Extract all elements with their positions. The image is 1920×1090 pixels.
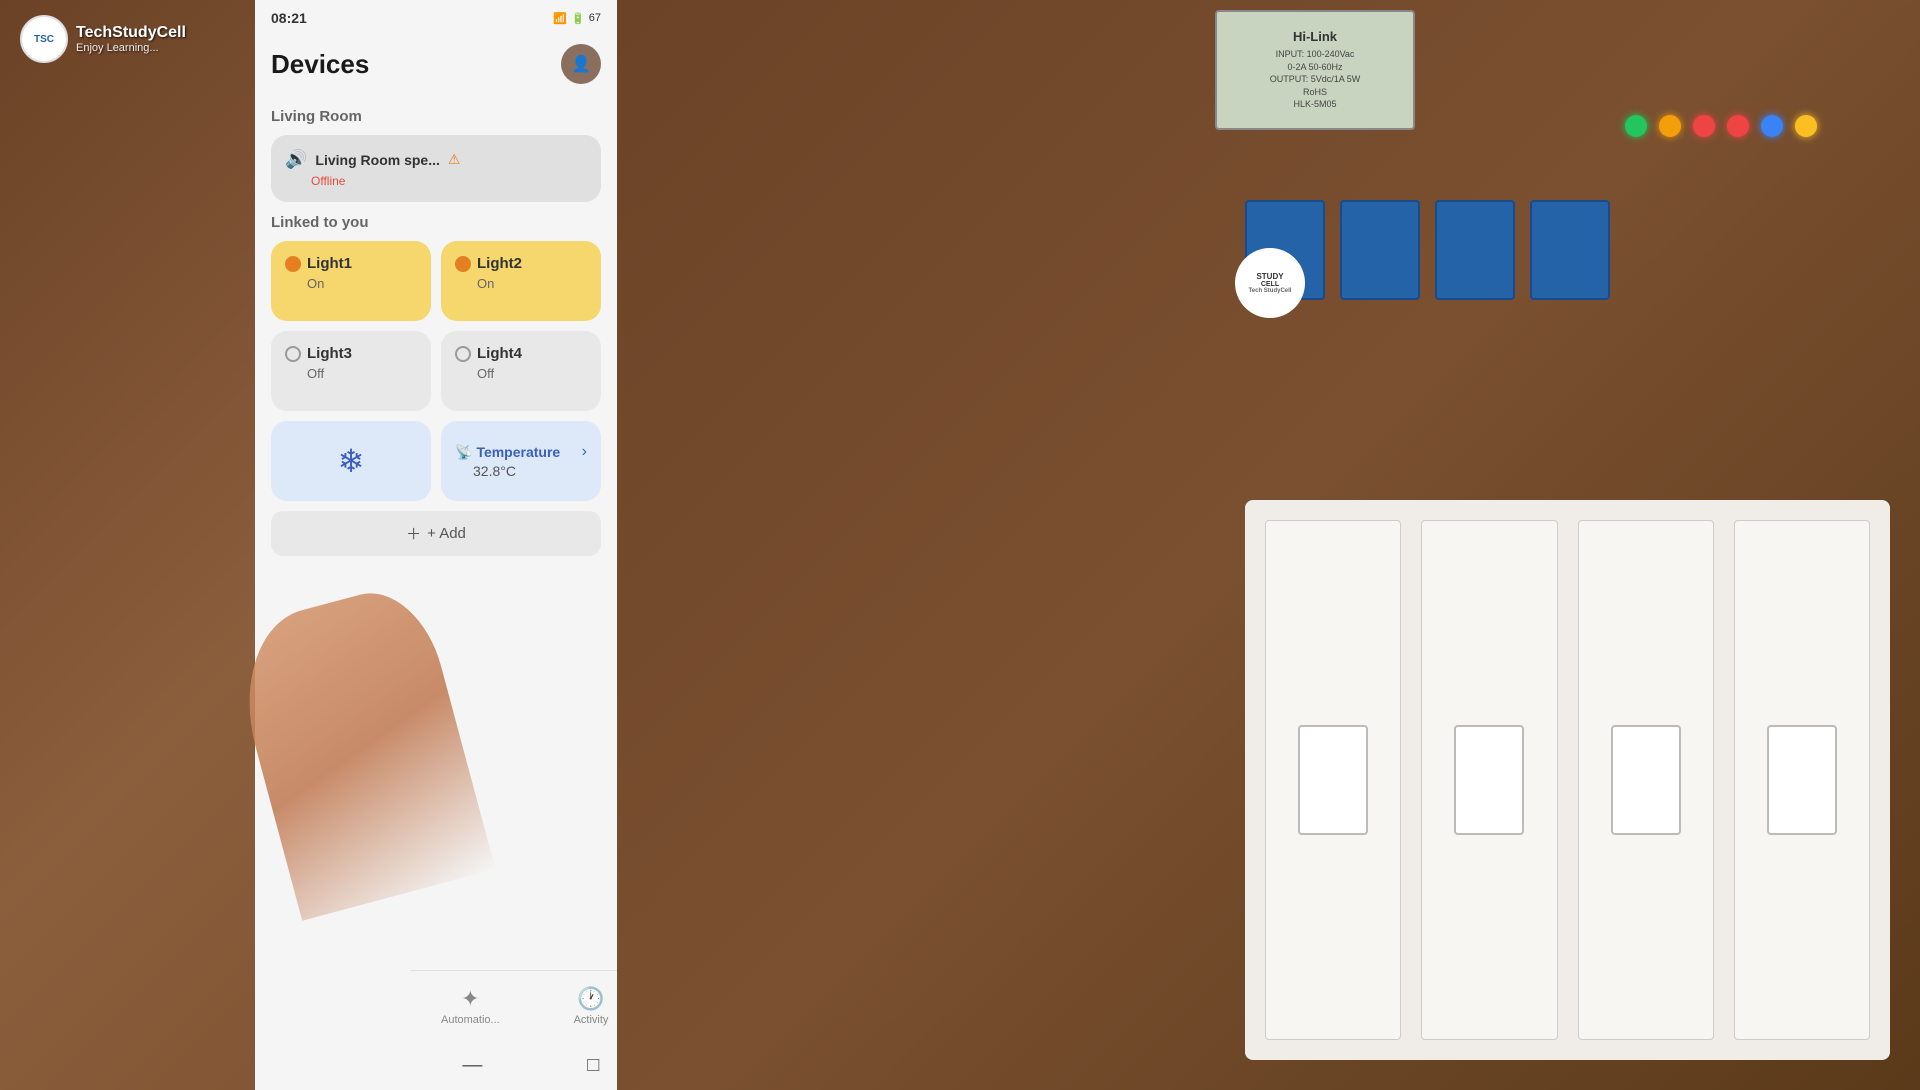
automation-label: Automatio... xyxy=(441,1014,500,1026)
light2-status: On xyxy=(477,276,587,291)
activity-label: Activity xyxy=(574,1014,609,1026)
switch-toggle-4[interactable] xyxy=(1767,725,1837,835)
switch-toggle-1[interactable] xyxy=(1298,725,1368,835)
relay-3 xyxy=(1435,200,1515,300)
switch-2[interactable] xyxy=(1421,520,1557,1040)
brand-logo: TSC xyxy=(20,15,68,63)
switch-toggle-2[interactable] xyxy=(1454,725,1524,835)
app-header: Devices 👤 xyxy=(255,36,617,96)
studycell-label: STUDY CELL Tech StudyCell xyxy=(1235,248,1305,318)
linked-section-label: Linked to you xyxy=(271,214,601,231)
brand-tagline: Enjoy Learning... xyxy=(76,42,186,54)
device-status: Offline xyxy=(311,174,587,188)
nav-item-activity[interactable]: 🕐 Activity xyxy=(531,986,617,1026)
automation-icon: ✦ xyxy=(461,986,479,1012)
phone-screen: 08:21 📶 🔋 67 Devices 👤 Living Room 🔊 Liv… xyxy=(255,0,617,1090)
led-indicators xyxy=(1625,115,1817,137)
status-bar: 08:21 📶 🔋 67 xyxy=(255,0,617,36)
led-red-1 xyxy=(1693,115,1715,137)
nav-item-automation[interactable]: ✦ Automatio... xyxy=(410,986,531,1026)
light3-name: Light3 xyxy=(307,345,352,362)
phone-wrapper: 08:21 📶 🔋 67 Devices 👤 Living Room 🔊 Liv… xyxy=(100,0,660,1090)
light1-card[interactable]: Light1 On xyxy=(271,241,431,321)
light2-bulb-icon xyxy=(455,256,471,272)
lights-grid: Light1 On Light2 On Light3 xyxy=(271,241,601,411)
status-time: 08:21 xyxy=(271,10,307,26)
switch-3[interactable] xyxy=(1578,520,1714,1040)
temp-header: 📡 Temperature › xyxy=(455,443,587,461)
switch-4[interactable] xyxy=(1734,520,1870,1040)
light4-bulb-icon xyxy=(455,346,471,362)
led-yellow-2 xyxy=(1795,115,1817,137)
recent-apps-button[interactable]: — xyxy=(462,1054,482,1077)
bottom-devices: ❄ 📡 Temperature › 32.8°C xyxy=(271,421,601,501)
add-icon: ＋ xyxy=(406,523,421,544)
temp-name: Temperature xyxy=(476,444,577,460)
brand-name: TechStudyCell xyxy=(76,24,186,42)
light4-name: Light4 xyxy=(477,345,522,362)
wifi-icon: 📡 xyxy=(455,444,472,461)
light4-header: Light4 xyxy=(455,345,587,362)
light4-status: Off xyxy=(477,366,587,381)
signal-icon: 📶 xyxy=(553,12,567,25)
device-name: Living Room spe... xyxy=(315,152,439,168)
hilink-module: Hi-Link INPUT: 100-240Vac0-2A 50-60HzOUT… xyxy=(1215,10,1415,130)
hilink-brand: Hi-Link xyxy=(1293,29,1337,44)
brand-text-block: TechStudyCell Enjoy Learning... xyxy=(76,24,186,54)
battery-percent: 67 xyxy=(589,12,601,24)
brand-logo-text: TSC xyxy=(34,34,54,45)
hardware-background: Hi-Link INPUT: 100-240Vac0-2A 50-60HzOUT… xyxy=(555,0,1920,1090)
light1-bulb-icon xyxy=(285,256,301,272)
switch-panel xyxy=(1245,500,1890,1060)
status-icons: 📶 🔋 67 xyxy=(553,12,601,25)
switch-1[interactable] xyxy=(1265,520,1401,1040)
speaker-icon: 🔊 xyxy=(285,149,307,170)
living-room-device-card[interactable]: 🔊 Living Room spe... ⚠ Offline xyxy=(271,135,601,202)
light1-status: On xyxy=(307,276,417,291)
living-room-section-label: Living Room xyxy=(271,108,601,125)
light1-header: Light1 xyxy=(285,255,417,272)
light2-name: Light2 xyxy=(477,255,522,272)
warning-icon: ⚠ xyxy=(448,151,461,168)
temperature-card[interactable]: 📡 Temperature › 32.8°C xyxy=(441,421,601,501)
home-button[interactable]: □ xyxy=(587,1054,599,1077)
light2-header: Light2 xyxy=(455,255,587,272)
fan-icon: ❄ xyxy=(338,442,365,480)
battery-icon: 🔋 xyxy=(571,12,585,25)
temp-value: 32.8°C xyxy=(473,463,587,479)
avatar[interactable]: 👤 xyxy=(561,44,601,84)
device-icon-row: 🔊 Living Room spe... ⚠ xyxy=(285,149,587,170)
light3-card[interactable]: Light3 Off xyxy=(271,331,431,411)
app-title: Devices xyxy=(271,49,369,80)
switch-toggle-3[interactable] xyxy=(1611,725,1681,835)
led-green xyxy=(1625,115,1647,137)
fan-card[interactable]: ❄ xyxy=(271,421,431,501)
bottom-nav: ✦ Automatio... 🕐 Activity ⚙ Settings xyxy=(410,970,617,1040)
add-label: + Add xyxy=(427,525,466,542)
activity-icon: 🕐 xyxy=(577,986,604,1012)
temp-arrow-icon: › xyxy=(582,443,587,461)
light3-bulb-icon xyxy=(285,346,301,362)
relay-2 xyxy=(1340,200,1420,300)
light4-card[interactable]: Light4 Off xyxy=(441,331,601,411)
system-nav: — □ ◁ xyxy=(410,1040,617,1090)
hilink-specs: INPUT: 100-240Vac0-2A 50-60HzOUTPUT: 5Vd… xyxy=(1270,48,1361,111)
add-button[interactable]: ＋ + Add xyxy=(271,511,601,556)
light1-name: Light1 xyxy=(307,255,352,272)
light3-header: Light3 xyxy=(285,345,417,362)
led-yellow xyxy=(1659,115,1681,137)
light2-card[interactable]: Light2 On xyxy=(441,241,601,321)
led-blue xyxy=(1761,115,1783,137)
led-red-2 xyxy=(1727,115,1749,137)
relay-4 xyxy=(1530,200,1610,300)
light3-status: Off xyxy=(307,366,417,381)
brand-overlay: TSC TechStudyCell Enjoy Learning... xyxy=(20,15,186,63)
